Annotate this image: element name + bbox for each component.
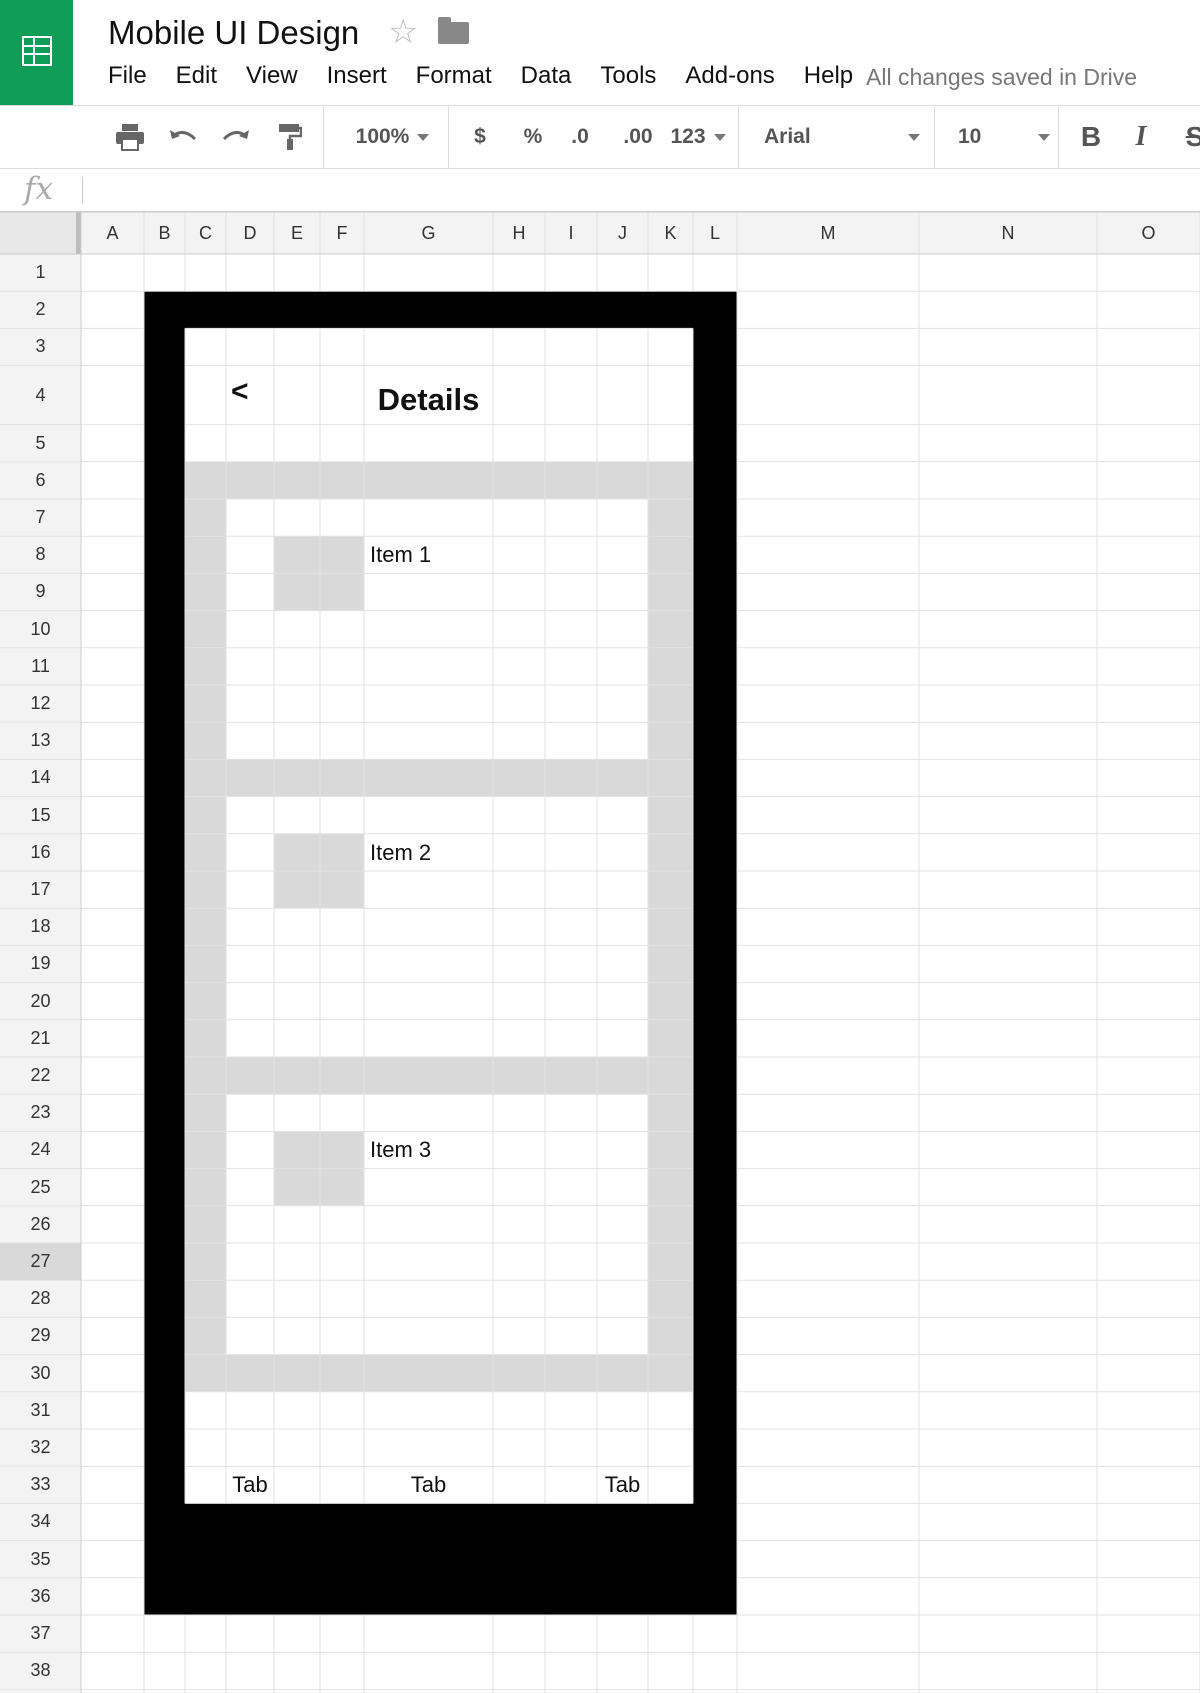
list-separator (226, 759, 648, 797)
column-header-k[interactable]: K (648, 212, 693, 254)
row-header-33[interactable]: 33 (0, 1466, 81, 1503)
row-header-2[interactable]: 2 (0, 291, 81, 328)
row-header-24[interactable]: 24 (0, 1131, 81, 1168)
row-header-10[interactable]: 10 (0, 611, 81, 648)
row-header-20[interactable]: 20 (0, 983, 81, 1020)
column-header-h[interactable]: H (493, 212, 545, 254)
list-area (226, 499, 648, 1355)
row-header-25[interactable]: 25 (0, 1169, 81, 1206)
column-header-c[interactable]: C (185, 212, 226, 254)
row-header-34[interactable]: 34 (0, 1503, 81, 1540)
column-header-a[interactable]: A (81, 212, 144, 254)
row-header-30[interactable]: 30 (0, 1355, 81, 1392)
row-header-1[interactable]: 1 (0, 254, 81, 291)
mockup-tab-1[interactable]: Tab (226, 1466, 274, 1503)
row-header-3[interactable]: 3 (0, 328, 81, 365)
row-header-5[interactable]: 5 (0, 425, 81, 462)
column-header-f[interactable]: F (320, 212, 364, 254)
mockup-list-item-1[interactable]: Item 1 (370, 536, 431, 573)
list-separator (226, 1057, 648, 1095)
row-header-31[interactable]: 31 (0, 1392, 81, 1429)
row-header-15[interactable]: 15 (0, 797, 81, 834)
row-header-23[interactable]: 23 (0, 1094, 81, 1131)
row-header-28[interactable]: 28 (0, 1280, 81, 1317)
column-header-m[interactable]: M (737, 212, 919, 254)
row-header-8[interactable]: 8 (0, 536, 81, 573)
select-all-corner (0, 212, 81, 254)
column-header-j[interactable]: J (597, 212, 648, 254)
row-header-4[interactable]: 4 (0, 366, 81, 425)
column-header-i[interactable]: I (545, 212, 597, 254)
row-header-38[interactable]: 38 (0, 1652, 81, 1689)
column-header-e[interactable]: E (274, 212, 320, 254)
row-header-19[interactable]: 19 (0, 945, 81, 982)
row-header-13[interactable]: 13 (0, 722, 81, 759)
column-header-g[interactable]: G (364, 212, 493, 254)
row-header-6[interactable]: 6 (0, 462, 81, 499)
row-header-16[interactable]: 16 (0, 834, 81, 871)
row-header-18[interactable]: 18 (0, 908, 81, 945)
row-header-9[interactable]: 9 (0, 573, 81, 610)
row-header-22[interactable]: 22 (0, 1057, 81, 1094)
column-header-b[interactable]: B (144, 212, 185, 254)
row-header-32[interactable]: 32 (0, 1429, 81, 1466)
row-header-14[interactable]: 14 (0, 759, 81, 796)
mockup-back-button[interactable]: < (231, 366, 249, 417)
column-header-l[interactable]: L (693, 212, 737, 254)
mockup-title[interactable]: Details (364, 370, 493, 429)
mockup-tab-3[interactable]: Tab (597, 1466, 648, 1503)
row-header-27[interactable]: 27 (0, 1243, 81, 1280)
mockup-tab-2[interactable]: Tab (364, 1466, 493, 1503)
row-header-7[interactable]: 7 (0, 499, 81, 536)
row-header-29[interactable]: 29 (0, 1317, 81, 1354)
row-header-37[interactable]: 37 (0, 1615, 81, 1652)
row-header-36[interactable]: 36 (0, 1578, 81, 1615)
row-header-21[interactable]: 21 (0, 1020, 81, 1057)
row-header-12[interactable]: 12 (0, 685, 81, 722)
mockup-list-item-2[interactable]: Item 2 (370, 834, 431, 871)
row-header-35[interactable]: 35 (0, 1541, 81, 1578)
row-header-26[interactable]: 26 (0, 1206, 81, 1243)
row-header-11[interactable]: 11 (0, 648, 81, 685)
column-header-o[interactable]: O (1097, 212, 1200, 254)
column-header-d[interactable]: D (226, 212, 274, 254)
mockup-list-item-3[interactable]: Item 3 (370, 1131, 431, 1168)
column-header-n[interactable]: N (919, 212, 1097, 254)
row-header-17[interactable]: 17 (0, 871, 81, 908)
